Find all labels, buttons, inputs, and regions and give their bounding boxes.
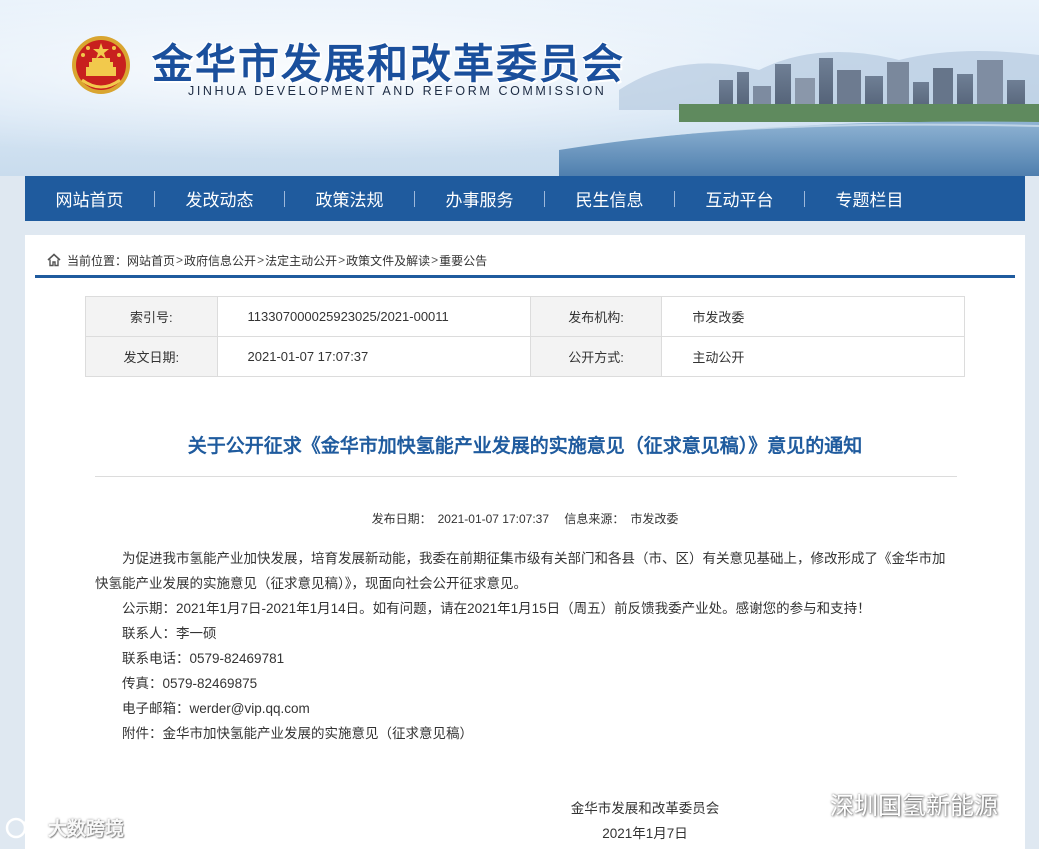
signature-date: 2021年1月7日 — [602, 826, 688, 841]
meta-label: 发文日期: — [85, 336, 218, 377]
main-nav: 网站首页 发改动态 政策法规 办事服务 民生信息 互动平台 专题栏目 — [25, 176, 1025, 221]
breadcrumb-link[interactable]: 重要公告 — [439, 252, 487, 269]
breadcrumb-prefix: 当前位置： — [67, 253, 128, 268]
content-panel: 当前位置： 网站首页 > 政府信息公开 > 法定主动公开 > 政策文件及解读 >… — [25, 235, 1025, 849]
site-banner: 金华市发展和改革委员会 JINHUA DEVELOPMENT AND REFOR… — [0, 0, 1039, 176]
contact-fax: 传真：0579-82469875 — [122, 676, 258, 691]
meta-org-value: 市发改委 — [661, 296, 965, 337]
meta-date-value: 2021-01-07 17:07:37 — [216, 336, 531, 377]
attachment-link[interactable]: 金华市加快氢能产业发展的实施意见（征求意见稿） — [163, 726, 474, 741]
signature-organization: 金华市发展和改革委员会 — [570, 801, 720, 816]
publish-info: 发布日期： 2021-01-07 17:07:37 信息来源： 市发改委 — [25, 510, 1025, 527]
publish-date-value: 2021-01-07 17:07:37 — [437, 512, 550, 526]
meta-label: 索引号: — [85, 296, 218, 337]
site-title: 金华市发展和改革委员会 — [152, 40, 625, 88]
info-source-label: 信息来源： — [564, 512, 625, 526]
attachment: 附件：金华市加快氢能产业发展的实施意见（征求意见稿） — [95, 721, 957, 746]
table-row: 发文日期: 2021-01-07 17:07:37 公开方式: 主动公开 — [85, 336, 965, 377]
watermark-left-text: 大数跨境 — [48, 818, 125, 840]
meta-mode-value: 主动公开 — [661, 336, 965, 377]
site-subtitle: JINHUA DEVELOPMENT AND REFORM COMMISSION — [188, 84, 607, 98]
title-divider — [95, 476, 957, 477]
article-title: 关于公开征求《金华市加快氢能产业发展的实施意见（征求意见稿）》意见的通知 — [187, 435, 863, 457]
breadcrumb-separator: > — [338, 253, 346, 267]
table-row: 索引号: 113307000025923025/2021-00011 发布机构:… — [85, 296, 965, 337]
breadcrumb-link[interactable]: 法定主动公开 — [265, 252, 337, 269]
breadcrumb-separator: > — [176, 253, 184, 267]
document-meta-table: 索引号: 113307000025923025/2021-00011 发布机构:… — [85, 296, 965, 377]
article-paragraph: 为促进我市氢能产业加快发展，培育发展新动能，我委在前期征集市级有关部门和各县（市… — [95, 551, 946, 591]
watermark-left: 大数跨境 — [4, 814, 124, 841]
nav-item-home[interactable]: 网站首页 — [25, 186, 154, 211]
contact-phone: 联系电话：0579-82469781 — [122, 651, 285, 666]
contact-email: 电子邮箱：werder@vip.qq.com — [122, 701, 310, 716]
meta-index-value: 113307000025923025/2021-00011 — [216, 296, 531, 337]
breadcrumb-link[interactable]: 网站首页 — [127, 252, 175, 269]
breadcrumb-separator: > — [257, 253, 265, 267]
breadcrumb-link[interactable]: 政府信息公开 — [184, 252, 256, 269]
contact-person: 联系人：李一硕 — [122, 626, 217, 641]
nav-item-interaction[interactable]: 互动平台 — [675, 186, 804, 211]
meta-label: 公开方式: — [529, 336, 663, 377]
nav-item-policy[interactable]: 政策法规 — [285, 186, 414, 211]
breadcrumb-link[interactable]: 政策文件及解读 — [346, 252, 430, 269]
wechat-icon — [785, 789, 823, 816]
watermark-right: 深圳国氢新能源 — [784, 786, 998, 821]
national-emblem-icon — [72, 36, 130, 94]
article-body: 为促进我市氢能产业加快发展，培育发展新动能，我委在前期征集市级有关部门和各县（市… — [95, 546, 957, 746]
info-source-value: 市发改委 — [630, 512, 679, 526]
breadcrumb-separator: > — [431, 253, 439, 267]
article-paragraph: 公示期：2021年1月7日-2021年1月14日。如有问题，请在2021年1月1… — [122, 601, 871, 616]
nav-item-news[interactable]: 发改动态 — [155, 186, 284, 211]
nav-item-livelihood[interactable]: 民生信息 — [545, 186, 674, 211]
meta-label: 发布机构: — [529, 296, 663, 337]
breadcrumb: 当前位置： 网站首页 > 政府信息公开 > 法定主动公开 > 政策文件及解读 >… — [35, 245, 1015, 278]
city-skyline-illustration — [559, 51, 1039, 176]
attachment-label: 附件： — [122, 726, 163, 741]
publish-date-label: 发布日期： — [371, 512, 432, 526]
publish-date: 发布日期： 2021-01-07 17:07:37 — [369, 512, 552, 526]
nav-item-services[interactable]: 办事服务 — [415, 186, 544, 211]
nav-item-topics[interactable]: 专题栏目 — [805, 186, 934, 211]
watermark-right-text: 深圳国氢新能源 — [830, 792, 998, 820]
info-source: 信息来源： 市发改委 — [561, 512, 681, 526]
home-icon — [47, 253, 61, 267]
chat-bubble-icon — [5, 817, 48, 838]
